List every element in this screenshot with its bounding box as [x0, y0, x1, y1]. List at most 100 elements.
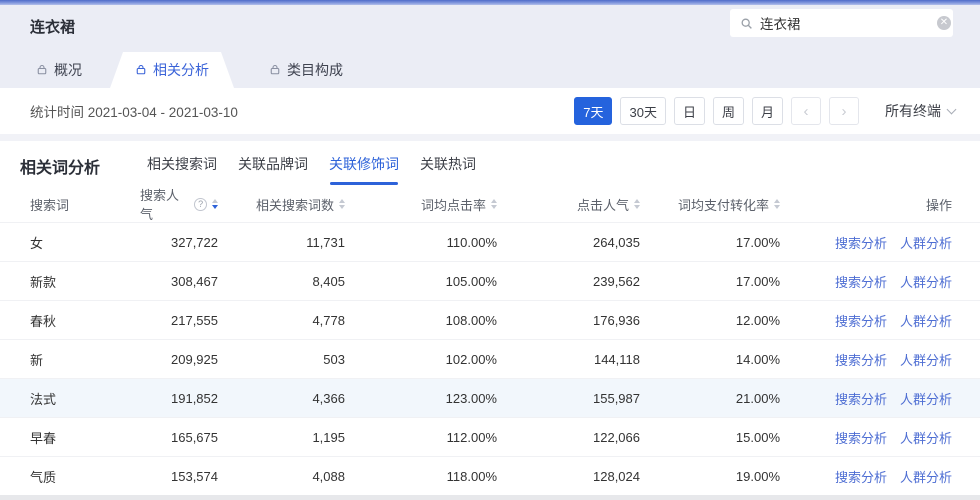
bag-icon	[135, 64, 147, 76]
cell-related-count: 4,778	[312, 312, 345, 328]
search-input[interactable]	[760, 15, 937, 31]
cell-click-rate: 118.00%	[446, 468, 497, 484]
column-header-click-rate[interactable]: 词均点击率	[345, 195, 497, 214]
cell-popularity: 217,555	[171, 312, 218, 328]
column-label: 词均支付转化率	[677, 197, 769, 213]
tab-label: 概况	[54, 62, 82, 78]
period-day-button[interactable]: 日	[673, 97, 705, 125]
column-header-actions: 操作	[925, 197, 952, 213]
cell-conversion: 19.00%	[735, 468, 780, 484]
cell-click-popularity: 122,066	[593, 429, 640, 445]
cell-conversion: 12.00%	[735, 312, 780, 328]
cell-popularity: 153,574	[171, 468, 218, 484]
tab-label: 类目构成	[287, 62, 343, 78]
page-title: 连衣裙	[30, 19, 76, 36]
table-row[interactable]: 春秋 217,555 4,778 108.00% 176,936 12.00% …	[0, 300, 980, 339]
bag-icon	[269, 64, 281, 76]
column-label: 搜索人气	[140, 188, 180, 222]
tab-category-composition[interactable]: 类目构成	[254, 52, 358, 88]
period-controls: 7天 30天 日 周 月 ‹ › 所有终端	[574, 97, 957, 125]
section-header: 相关词分析 相关搜索词 关联品牌词 关联修饰词 关联热词	[0, 141, 980, 186]
column-label: 相关搜索词数	[255, 197, 334, 213]
crowd-analysis-link[interactable]: 人群分析	[900, 350, 952, 369]
cell-click-popularity: 144,118	[593, 351, 640, 367]
prev-button[interactable]: ‹	[791, 97, 821, 125]
cell-actions: 搜索分析 人群分析	[780, 350, 980, 369]
bag-icon	[36, 64, 48, 76]
cell-word: 早春	[30, 430, 57, 446]
crowd-analysis-link[interactable]: 人群分析	[900, 389, 952, 408]
search-analysis-link[interactable]: 搜索分析	[835, 272, 887, 291]
toolbar: 统计时间 2021-03-04 - 2021-03-10 7天 30天 日 周 …	[0, 88, 980, 134]
column-header-popularity[interactable]: 搜索人气 ?	[140, 185, 218, 223]
bottom-edge	[0, 495, 980, 500]
crowd-analysis-link[interactable]: 人群分析	[900, 233, 952, 252]
cell-actions: 搜索分析 人群分析	[780, 311, 980, 330]
clear-icon[interactable]: ✕	[937, 16, 951, 30]
period-week-button[interactable]: 周	[712, 97, 744, 125]
table-row[interactable]: 新 209,925 503 102.00% 144,118 14.00% 搜索分…	[0, 339, 980, 378]
cell-related-count: 4,366	[312, 390, 345, 406]
period-month-button[interactable]: 月	[751, 97, 783, 125]
tab-hot-words[interactable]: 关联热词	[420, 154, 476, 174]
period-30d-button[interactable]: 30天	[620, 97, 666, 125]
tab-label: 相关分析	[153, 62, 209, 78]
terminal-label: 所有终端	[885, 103, 941, 119]
table-row[interactable]: 新款 308,467 8,405 105.00% 239,562 17.00% …	[0, 261, 980, 300]
search-analysis-link[interactable]: 搜索分析	[835, 428, 887, 447]
cell-click-rate: 110.00%	[446, 234, 497, 250]
cell-conversion: 17.00%	[735, 234, 780, 250]
tab-related-analysis[interactable]: 相关分析	[110, 52, 234, 88]
cell-conversion: 15.00%	[735, 429, 780, 445]
table-row[interactable]: 早春 165,675 1,195 112.00% 122,066 15.00% …	[0, 417, 980, 456]
cell-conversion: 21.00%	[735, 390, 780, 406]
table-row[interactable]: 女 327,722 11,731 110.00% 264,035 17.00% …	[0, 222, 980, 261]
cell-actions: 搜索分析 人群分析	[780, 467, 980, 486]
cell-related-count: 4,088	[312, 468, 345, 484]
table-row[interactable]: 气质 153,574 4,088 118.00% 128,024 19.00% …	[0, 456, 980, 495]
cell-related-count: 11,731	[306, 234, 345, 250]
search-analysis-link[interactable]: 搜索分析	[835, 467, 887, 486]
cell-actions: 搜索分析 人群分析	[780, 389, 980, 408]
info-icon[interactable]: ?	[194, 197, 207, 211]
column-label: 词均点击率	[420, 197, 486, 213]
column-header-related-count[interactable]: 相关搜索词数	[218, 195, 345, 214]
cell-word: 新	[30, 352, 44, 368]
cell-word: 气质	[30, 469, 57, 485]
tab-brand-words[interactable]: 关联品牌词	[238, 154, 308, 174]
next-button[interactable]: ›	[829, 97, 859, 125]
period-7d-button[interactable]: 7天	[574, 97, 613, 125]
search-analysis-link[interactable]: 搜索分析	[835, 233, 887, 252]
section-tabs: 相关搜索词 关联品牌词 关联修饰词 关联热词	[147, 141, 476, 186]
cell-word: 春秋	[30, 313, 57, 329]
cell-actions: 搜索分析 人群分析	[780, 428, 980, 447]
column-header-click-popularity[interactable]: 点击人气	[497, 195, 640, 214]
search-analysis-link[interactable]: 搜索分析	[835, 311, 887, 330]
cell-conversion: 14.00%	[735, 351, 780, 367]
crowd-analysis-link[interactable]: 人群分析	[900, 467, 952, 486]
section-divider	[0, 134, 980, 141]
tab-related-search-words[interactable]: 相关搜索词	[147, 154, 217, 174]
cell-click-popularity: 155,987	[593, 390, 640, 406]
cell-actions: 搜索分析 人群分析	[780, 272, 980, 291]
cell-popularity: 191,852	[171, 390, 218, 406]
search-analysis-link[interactable]: 搜索分析	[835, 350, 887, 369]
column-header-word: 搜索词	[30, 197, 70, 213]
search-analysis-link[interactable]: 搜索分析	[835, 389, 887, 408]
column-label: 点击人气	[576, 197, 629, 213]
tab-overview[interactable]: 概况	[14, 52, 104, 88]
column-header-conversion[interactable]: 词均支付转化率	[640, 195, 780, 214]
cell-popularity: 165,675	[171, 429, 218, 445]
crowd-analysis-link[interactable]: 人群分析	[900, 428, 952, 447]
keywords-table: 搜索词 搜索人气 ? 相关搜索词数 词均点击率 点击人气 词均支付转化率 操作 …	[0, 186, 980, 495]
crowd-analysis-link[interactable]: 人群分析	[900, 311, 952, 330]
tab-modifier-words[interactable]: 关联修饰词	[329, 154, 399, 185]
cell-click-rate: 105.00%	[445, 273, 497, 289]
crowd-analysis-link[interactable]: 人群分析	[900, 272, 952, 291]
terminal-select[interactable]: 所有终端	[885, 101, 957, 121]
table-row[interactable]: 法式 191,852 4,366 123.00% 155,987 21.00% …	[0, 378, 980, 417]
cell-click-popularity: 239,562	[593, 273, 640, 289]
cell-click-rate: 112.00%	[446, 429, 497, 445]
search-box[interactable]: ✕	[730, 9, 953, 37]
cell-click-rate: 102.00%	[445, 351, 497, 367]
